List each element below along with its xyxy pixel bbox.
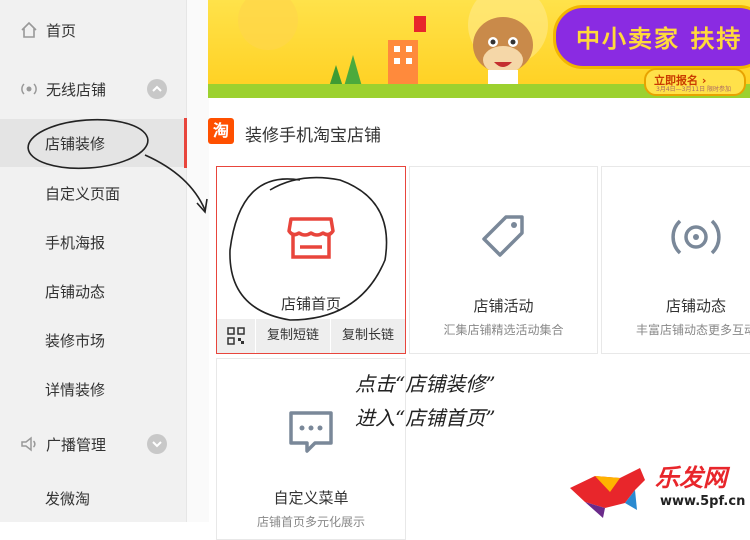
sidebar-item-label: 发微淘 <box>45 489 91 508</box>
sidebar-item-wireless-store[interactable]: 无线店铺 <box>0 65 186 113</box>
sidebar-item-label: 装修市场 <box>45 331 106 350</box>
sidebar-gutter <box>186 0 209 522</box>
promo-banner[interactable]: 中小卖家 扶持 立即报名 › 3月4日—3月11日 限时参加 <box>208 0 750 98</box>
sidebar-item-custom-page[interactable]: 自定义页面 <box>0 169 186 217</box>
card-desc: 汇集店铺精选活动集合 <box>443 323 564 337</box>
banner-title: 中小卖家 扶持 <box>576 25 743 53</box>
sidebar-item-post-weitao[interactable]: 发微淘 <box>0 474 186 522</box>
sidebar-item-detail-decoration[interactable]: 详情装修 <box>0 365 186 413</box>
sidebar-item-store-feed[interactable]: 店铺动态 <box>0 267 186 315</box>
sidebar-item-broadcast[interactable]: 广播管理 <box>0 420 186 468</box>
watermark-title: 乐发网 <box>655 464 727 492</box>
watermark-url: www.5pf.cn <box>660 494 746 509</box>
sidebar-item-label: 无线店铺 <box>46 80 107 99</box>
sidebar-item-label: 自定义页面 <box>45 184 121 203</box>
card-label: 店铺首页 <box>280 295 341 313</box>
card-label: 店铺动态 <box>665 297 726 315</box>
chevron-up-icon[interactable] <box>147 79 167 99</box>
home-icon <box>19 20 39 40</box>
banner-plaque: 中小卖家 扶持 <box>553 5 750 69</box>
sidebar-item-label: 详情装修 <box>45 380 106 399</box>
sidebar-item-label: 广播管理 <box>46 435 107 454</box>
annotation-line2: 进入“店铺首页” <box>355 406 496 430</box>
section-title: 装修手机淘宝店铺 <box>245 126 381 146</box>
signup-dates: 3月4日—3月11日 限时参加 <box>656 86 731 93</box>
annotation-line1: 点击“店铺装修” <box>355 372 496 396</box>
card-store-homepage[interactable]: 店铺首页 复制短链 复制长链 <box>216 166 406 354</box>
card-label: 店铺活动 <box>473 297 534 315</box>
chevron-down-icon[interactable] <box>147 434 167 454</box>
active-indicator <box>184 118 187 168</box>
wireless-icon <box>19 79 39 99</box>
qr-code-icon[interactable] <box>217 319 255 353</box>
copy-short-link-button[interactable]: 复制短链 <box>255 319 330 353</box>
chat-menu-icon <box>285 405 337 461</box>
copy-long-link-button[interactable]: 复制长链 <box>330 319 405 353</box>
card-label: 自定义菜单 <box>273 489 349 507</box>
sidebar-item-decoration-market[interactable]: 装修市场 <box>0 316 186 364</box>
card-actions: 复制短链 复制长链 <box>217 319 405 353</box>
tag-icon <box>478 211 530 267</box>
sidebar-item-label: 店铺装修 <box>45 134 106 153</box>
sidebar-item-label: 首页 <box>46 21 77 40</box>
signup-button[interactable]: 立即报名 › 3月4日—3月11日 限时参加 <box>644 68 746 96</box>
card-store-feed[interactable]: 店铺动态 丰富店铺动态更多互动 <box>601 166 750 354</box>
sidebar-item-home[interactable]: 首页 <box>0 6 186 54</box>
card-desc: 丰富店铺动态更多互动 <box>635 323 750 337</box>
broadcast-icon <box>19 434 39 454</box>
storefront-icon <box>285 211 337 267</box>
signal-icon <box>668 211 724 267</box>
sidebar-item-mobile-poster[interactable]: 手机海报 <box>0 218 186 266</box>
watermark: 乐发网 www.5pf.cn <box>565 458 750 522</box>
sidebar-item-store-decoration[interactable]: 店铺装修 <box>0 119 186 167</box>
card-store-activity[interactable]: 店铺活动 汇集店铺精选活动集合 <box>409 166 598 354</box>
watermark-bull-logo <box>570 468 645 518</box>
sidebar-item-label: 手机海报 <box>45 233 106 252</box>
sidebar-item-label: 店铺动态 <box>45 282 106 301</box>
taobao-logo: 淘 <box>208 118 234 144</box>
